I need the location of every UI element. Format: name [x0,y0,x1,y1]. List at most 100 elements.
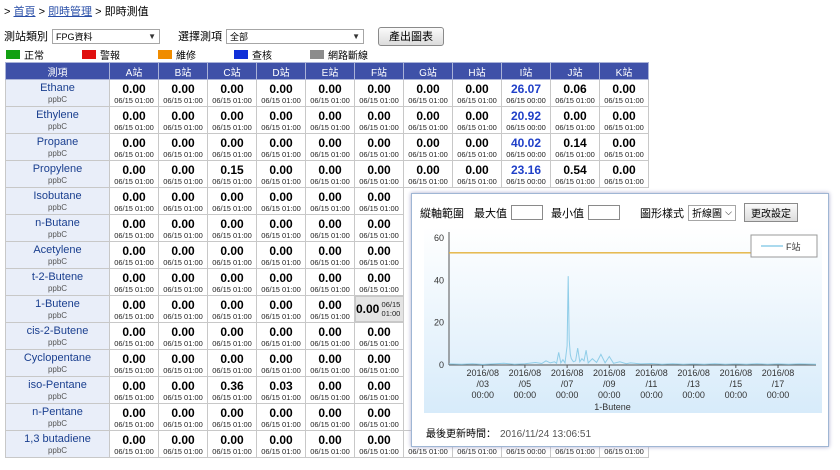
value-cell[interactable]: 0.0006/15 01:00 [109,349,159,377]
value-cell[interactable]: 0.0006/15 01:00 [207,403,257,431]
station-column-header[interactable]: F站 [354,62,404,80]
item-name-cell[interactable]: Propylene ppbC [5,160,110,188]
value-cell[interactable]: 0.0006/15 01:00 [354,322,404,350]
value-cell[interactable]: 0.0006/15 01:00 [305,430,355,458]
station-column-header[interactable]: I站 [501,62,551,80]
value-cell[interactable]: 0.0006/15 01:00 [354,349,404,377]
value-cell[interactable]: 0.0006/15 01:00 [355,296,404,322]
item-name-cell[interactable]: 1-Butene ppbC [5,295,110,323]
item-name-cell[interactable]: Ethane ppbC [5,79,110,107]
value-cell[interactable]: 0.0006/15 01:00 [109,106,159,134]
value-cell[interactable]: 0.0006/15 01:00 [158,268,208,296]
value-cell[interactable]: 0.03 06/15 01:00 [256,376,306,404]
value-cell[interactable]: 0.0006/15 01:00 [354,187,404,215]
value-cell[interactable]: 0.0006/15 01:00 [109,241,159,269]
value-cell[interactable]: 0.0006/15 01:00 [256,79,306,107]
value-cell[interactable]: 0.0006/15 01:00 [158,349,208,377]
station-column-header[interactable]: G站 [403,62,453,80]
value-cell[interactable]: 0.14 06/15 01:00 [550,133,600,161]
value-cell[interactable]: 0.0006/15 01:00 [354,160,404,188]
value-cell[interactable]: 0.0006/15 01:00 [354,79,404,107]
value-cell[interactable]: 0.0006/15 01:00 [256,241,306,269]
value-cell[interactable]: 0.0006/15 01:00 [207,241,257,269]
value-cell[interactable]: 0.0006/15 01:00 [207,106,257,134]
value-cell[interactable]: 0.0006/15 01:00 [158,322,208,350]
value-cell[interactable]: 0.0006/15 01:00 [305,187,355,215]
value-cell[interactable]: 0.0006/15 01:00 [158,376,208,404]
value-cell[interactable]: 0.0006/15 01:00 [158,160,208,188]
value-cell[interactable]: 0.0006/15 01:00 [403,106,453,134]
station-column-header[interactable]: B站 [158,62,208,80]
value-cell[interactable]: 0.0006/15 01:00 [256,133,306,161]
value-cell[interactable]: 0.0006/15 01:00 [305,268,355,296]
value-cell[interactable]: 0.0006/15 01:00 [109,187,159,215]
value-cell[interactable]: 0.0006/15 01:00 [305,295,355,323]
value-cell[interactable]: 0.0006/15 01:00 [256,214,306,242]
value-cell[interactable]: 0.0006/15 01:00 [256,322,306,350]
value-cell[interactable]: 0.0006/15 01:00 [452,106,502,134]
value-cell[interactable]: 0.0006/15 01:00 [109,79,159,107]
value-cell[interactable]: 0.0006/15 01:00 [305,133,355,161]
value-cell[interactable]: 0.0006/15 01:00 [158,241,208,269]
value-cell[interactable]: 0.0006/15 01:00 [550,106,600,134]
value-cell[interactable]: 0.0006/15 01:00 [256,160,306,188]
item-name-cell[interactable]: Ethylene ppbC [5,106,110,134]
export-chart-button[interactable]: 產出圖表 [378,26,444,46]
value-cell[interactable]: 0.36 06/15 01:00 [207,376,257,404]
value-cell[interactable]: 0.0006/15 01:00 [207,214,257,242]
station-column-header[interactable]: J站 [550,62,600,80]
item-select[interactable]: 全部 ▼ [226,28,364,44]
value-cell[interactable]: 0.0006/15 01:00 [256,430,306,458]
value-cell[interactable]: 0.0006/15 01:00 [207,322,257,350]
value-cell[interactable]: 0.0006/15 01:00 [354,214,404,242]
value-cell[interactable]: 0.0006/15 01:00 [207,349,257,377]
value-cell[interactable]: 0.0006/15 01:00 [354,430,404,458]
value-cell[interactable]: 0.0006/15 01:00 [158,430,208,458]
value-cell[interactable]: 0.0006/15 01:00 [256,268,306,296]
value-cell[interactable]: 0.54 06/15 01:00 [550,160,600,188]
value-cell[interactable]: 0.0006/15 01:00 [109,430,159,458]
station-type-select[interactable]: FPG資料 ▼ [52,28,160,44]
value-cell[interactable]: 0.0006/15 01:00 [452,160,502,188]
value-cell[interactable]: 0.0006/15 01:00 [599,160,649,188]
value-cell[interactable]: 0.0006/15 01:00 [403,160,453,188]
value-cell[interactable]: 0.0006/15 01:00 [305,160,355,188]
value-cell[interactable]: 0.0006/15 01:00 [354,133,404,161]
value-cell[interactable]: 0.0006/15 01:00 [256,106,306,134]
value-cell[interactable]: 0.0006/15 01:00 [158,106,208,134]
value-cell[interactable]: 23.16 06/15 00:00 [501,160,551,188]
value-cell[interactable]: 0.0006/15 01:00 [158,403,208,431]
value-cell[interactable]: 0.0006/15 01:00 [354,376,404,404]
value-cell[interactable]: 20.92 06/15 00:00 [501,106,551,134]
value-cell[interactable]: 0.0006/15 01:00 [158,214,208,242]
value-cell[interactable]: 0.0006/15 01:00 [109,214,159,242]
item-name-cell[interactable]: Isobutane ppbC [5,187,110,215]
breadcrumb-section-link[interactable]: 即時管理 [48,6,92,18]
item-name-cell[interactable]: iso-Pentane ppbC [5,376,110,404]
station-column-header[interactable]: D站 [256,62,306,80]
item-name-cell[interactable]: cis-2-Butene ppbC [5,322,110,350]
value-cell[interactable]: 0.0006/15 01:00 [256,187,306,215]
value-cell[interactable]: 0.0006/15 01:00 [109,295,159,323]
item-name-cell[interactable]: n-Butane ppbC [5,214,110,242]
value-cell[interactable]: 0.0006/15 01:00 [158,187,208,215]
value-cell[interactable]: 0.0006/15 01:00 [599,79,649,107]
value-cell[interactable]: 0.0006/15 01:00 [109,268,159,296]
value-cell[interactable]: 0.0006/15 01:00 [109,403,159,431]
value-cell[interactable]: 0.0006/15 01:00 [158,295,208,323]
value-cell[interactable]: 0.0006/15 01:00 [158,79,208,107]
value-cell[interactable]: 0.0006/15 01:00 [305,79,355,107]
value-cell[interactable]: 0.0006/15 01:00 [305,214,355,242]
value-cell[interactable]: 0.0006/15 01:00 [256,403,306,431]
value-cell[interactable]: 0.0006/15 01:00 [305,106,355,134]
value-cell[interactable]: 0.0006/15 01:00 [207,187,257,215]
value-cell[interactable]: 0.0006/15 01:00 [109,322,159,350]
value-cell[interactable]: 0.0006/15 01:00 [599,106,649,134]
value-cell[interactable]: 0.0006/15 01:00 [158,133,208,161]
value-cell[interactable]: 0.0006/15 01:00 [403,79,453,107]
value-cell[interactable]: 0.0006/15 01:00 [354,268,404,296]
item-name-cell[interactable]: t-2-Butene ppbC [5,268,110,296]
value-cell[interactable]: 0.0006/15 01:00 [305,349,355,377]
value-cell[interactable]: 0.0006/15 01:00 [207,295,257,323]
value-cell[interactable]: 0.0006/15 01:00 [452,133,502,161]
